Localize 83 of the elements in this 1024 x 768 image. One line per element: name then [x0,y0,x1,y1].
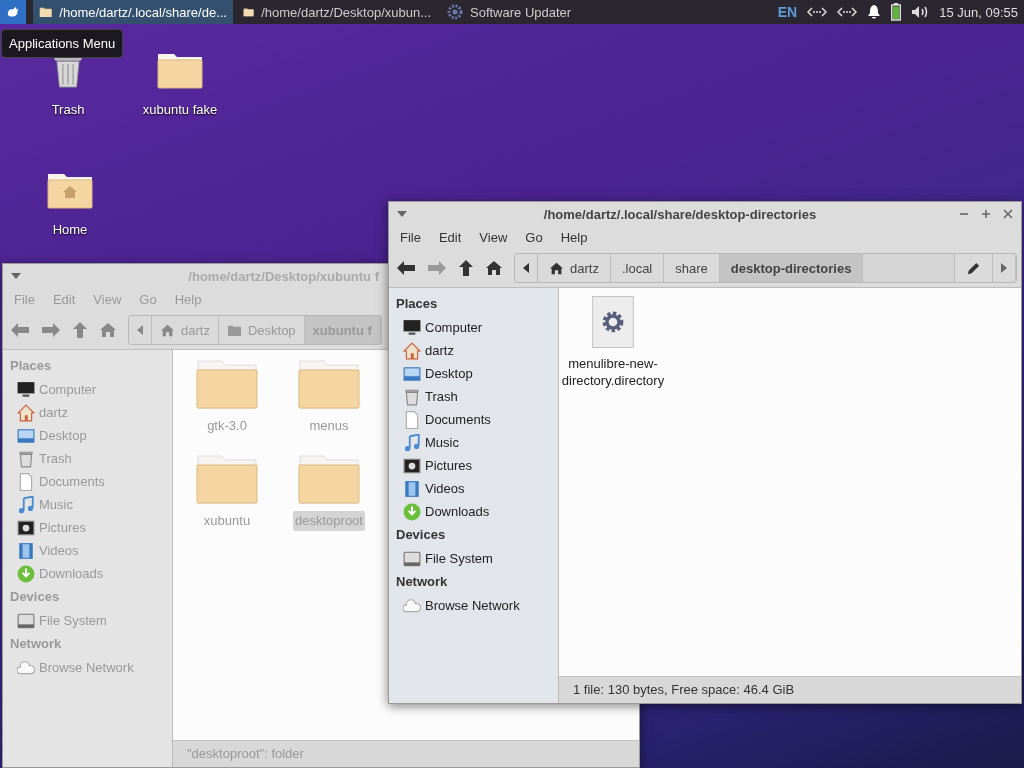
sidebar-heading: Places [10,357,53,375]
film-icon [403,479,421,498]
window-menu-icon[interactable] [397,211,407,217]
sidebar-item[interactable]: Pictures [396,454,558,477]
cloud-icon [17,658,35,677]
trash-icon [403,387,421,406]
sidebar-item[interactable]: File System [396,547,558,570]
cloud-icon [403,596,421,615]
folder-icon [226,323,242,337]
sidebar-item[interactable]: Documents [396,408,558,431]
caret-right-icon [1001,263,1007,273]
scroll-right-button[interactable] [993,254,1016,282]
sidebar-item[interactable]: Videos [396,477,558,500]
menu-item[interactable]: Help [551,230,597,245]
taskbar-button[interactable]: /home/dartz/Desktop/xubun... [237,0,437,24]
network-icon[interactable] [807,6,828,18]
home-icon[interactable] [485,260,503,276]
menu-item[interactable]: View [470,230,517,245]
folder-icon [39,5,53,19]
status-bar: 1 file: 130 bytes, Free space: 46.4 GiB [559,676,1021,703]
gear-file-icon[interactable] [589,296,637,348]
sidebar-item[interactable]: Browse Network [396,594,558,617]
menu-item[interactable]: File [391,230,430,245]
path-button[interactable]: .local [610,254,665,282]
bell-icon[interactable] [867,4,882,20]
house-icon [403,341,421,360]
film-icon [17,541,35,560]
window-title: /home/dartz/.local/share/desktop-directories [543,206,817,222]
music-note-icon [17,495,35,514]
desktop-icon [17,426,35,445]
path-button[interactable]: dartz [538,254,611,282]
home-icon [160,323,175,337]
monitor-icon [17,380,35,399]
edit-location-button[interactable] [954,254,993,282]
network-icon[interactable] [837,6,858,18]
menu-item[interactable]: Edit [429,230,471,245]
gear-icon [447,4,463,20]
desktop-icon-label[interactable]: Trash [51,102,85,117]
path-button[interactable]: desktop-directories [719,254,864,282]
document-icon [17,472,35,491]
document-icon [403,410,421,429]
mouse-logo-icon [6,5,20,19]
tooltip: Applications Menu [1,29,124,58]
sidebar-heading: Network [396,573,449,591]
scroll-left-button[interactable] [515,254,538,282]
desktop-icon-label[interactable]: Home [52,222,88,237]
applications-menu-button[interactable] [0,0,26,24]
sidebar-item[interactable]: Computer [396,316,558,339]
download-icon [403,502,421,521]
sidebar-heading: Devices [10,588,61,606]
caret-left-icon [523,263,529,273]
keyboard-layout[interactable]: EN [777,4,798,20]
status-bar: "desktoproot": folder [173,740,639,767]
picture-frame-icon [17,518,35,537]
sidebar-heading: Devices [396,526,447,544]
sidebar-item[interactable]: Downloads [396,500,558,523]
sidebar-item[interactable]: Music [396,431,558,454]
battery-icon[interactable] [891,3,902,21]
clock[interactable]: 15 Jun, 09:55 [939,4,1018,20]
menu-item[interactable]: Go [516,230,552,245]
download-icon [17,564,35,583]
up-arrow-icon[interactable] [458,259,474,277]
close-icon[interactable] [1003,209,1013,219]
sidebar-heading: Places [396,295,439,313]
home-icon [549,261,564,275]
maximize-icon[interactable] [981,209,991,219]
desktop-icon [403,364,421,383]
caret-left-icon [137,325,143,335]
path-button[interactable]: share [664,254,720,282]
taskbar-button[interactable]: Software Updater [441,0,578,24]
house-icon [17,403,35,422]
taskbar-button[interactable]: /home/dartz/.local/share/de... [33,0,233,24]
picture-frame-icon [403,456,421,475]
monitor-icon [403,318,421,337]
music-note-icon [403,433,421,452]
trash-icon [17,449,35,468]
volume-icon[interactable] [911,5,930,19]
sidebar-heading: Network [10,635,63,653]
drive-icon [17,611,35,630]
back-arrow-icon[interactable] [396,260,416,276]
drive-icon [403,549,421,568]
desktop-icon-label[interactable]: xubuntu fake [142,102,218,117]
pencil-icon [966,260,981,276]
